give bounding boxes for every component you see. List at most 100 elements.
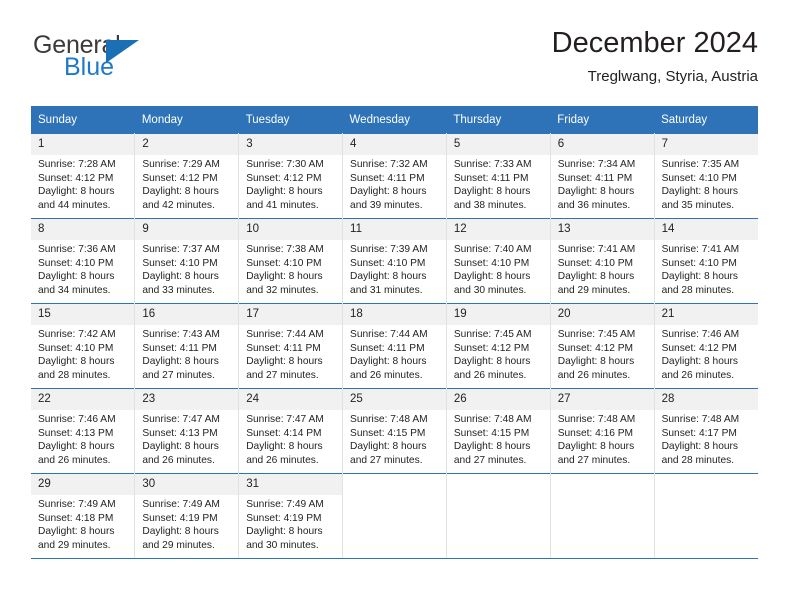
day-cell[interactable]: 16 Sunrise: 7:43 AM Sunset: 4:11 PM Dayl… (134, 303, 240, 389)
daylight-text-line2: and 27 minutes. (557, 454, 631, 466)
day-cell[interactable]: 23 Sunrise: 7:47 AM Sunset: 4:13 PM Dayl… (134, 388, 240, 474)
day-details: Sunrise: 7:42 AM Sunset: 4:10 PM Dayligh… (31, 325, 134, 382)
day-details: Sunrise: 7:45 AM Sunset: 4:12 PM Dayligh… (447, 325, 550, 382)
page-subtitle-location: Treglwang, Styria, Austria (587, 68, 758, 85)
sunrise-text: Sunrise: 7:46 AM (661, 329, 740, 340)
day-number: 16 (135, 304, 239, 325)
logo-triangle-icon (106, 40, 139, 63)
sunrise-text: Sunrise: 7:49 AM (38, 499, 116, 510)
day-number: 30 (135, 474, 239, 495)
sunset-text: Sunset: 4:14 PM (246, 427, 322, 439)
day-details: Sunrise: 7:49 AM Sunset: 4:19 PM Dayligh… (135, 495, 238, 552)
daylight-text-line1: Daylight: 8 hours (557, 441, 635, 453)
day-cell[interactable]: 28 Sunrise: 7:48 AM Sunset: 4:17 PM Dayl… (654, 388, 758, 474)
day-cell[interactable]: 26 Sunrise: 7:48 AM Sunset: 4:15 PM Dayl… (446, 388, 551, 474)
calendar-header-row: Sunday Monday Tuesday Wednesday Thursday… (31, 106, 758, 134)
sunset-text: Sunset: 4:12 PM (38, 172, 114, 184)
page-title: December 2024 (551, 27, 758, 59)
day-number: 14 (654, 219, 758, 240)
daylight-text-line2: and 28 minutes. (661, 454, 735, 466)
sunrise-text: Sunrise: 7:40 AM (453, 244, 532, 255)
daylight-text-line2: and 29 minutes. (142, 539, 215, 551)
day-cell[interactable]: 1 Sunrise: 7:28 AM Sunset: 4:12 PM Dayli… (31, 133, 136, 219)
sunrise-text: Sunrise: 7:48 AM (453, 414, 532, 425)
weekday-header-monday: Monday (134, 106, 239, 134)
day-cell[interactable]: 4 Sunrise: 7:32 AM Sunset: 4:11 PM Dayli… (342, 133, 447, 219)
day-cell[interactable]: 2 Sunrise: 7:29 AM Sunset: 4:12 PM Dayli… (134, 133, 240, 219)
sunrise-text: Sunrise: 7:39 AM (350, 244, 428, 255)
day-cell[interactable]: 3 Sunrise: 7:30 AM Sunset: 4:12 PM Dayli… (238, 133, 344, 219)
day-number: 24 (239, 389, 343, 410)
daylight-text-line1: Daylight: 8 hours (246, 441, 323, 453)
sunset-text: Sunset: 4:10 PM (38, 257, 114, 269)
day-cell[interactable]: 13 Sunrise: 7:41 AM Sunset: 4:10 PM Dayl… (550, 218, 655, 304)
daylight-text-line2: and 33 minutes. (142, 284, 215, 296)
weekday-header-saturday: Saturday (654, 106, 758, 134)
daylight-text-line2: and 27 minutes. (350, 454, 423, 466)
sunrise-text: Sunrise: 7:47 AM (142, 414, 220, 425)
day-cell[interactable]: 21 Sunrise: 7:46 AM Sunset: 4:12 PM Dayl… (654, 303, 758, 389)
sunset-text: Sunset: 4:13 PM (142, 427, 218, 439)
daylight-text-line1: Daylight: 8 hours (142, 356, 219, 368)
day-details: Sunrise: 7:46 AM Sunset: 4:12 PM Dayligh… (655, 325, 758, 382)
day-cell[interactable]: 8 Sunrise: 7:36 AM Sunset: 4:10 PM Dayli… (31, 218, 136, 304)
sunrise-text: Sunrise: 7:41 AM (661, 244, 740, 255)
day-details: Sunrise: 7:43 AM Sunset: 4:11 PM Dayligh… (135, 325, 238, 382)
daylight-text-line2: and 27 minutes. (142, 369, 215, 381)
sunset-text: Sunset: 4:15 PM (350, 427, 426, 439)
day-cell[interactable]: 12 Sunrise: 7:40 AM Sunset: 4:10 PM Dayl… (446, 218, 551, 304)
day-cell[interactable]: 19 Sunrise: 7:45 AM Sunset: 4:12 PM Dayl… (446, 303, 551, 389)
day-cell[interactable]: 27 Sunrise: 7:48 AM Sunset: 4:16 PM Dayl… (550, 388, 655, 474)
daylight-text-line1: Daylight: 8 hours (661, 441, 739, 453)
daylight-text-line1: Daylight: 8 hours (453, 356, 531, 368)
daylight-text-line1: Daylight: 8 hours (453, 441, 531, 453)
day-number: 18 (343, 304, 446, 325)
day-number: 8 (31, 219, 135, 240)
day-cell[interactable]: 20 Sunrise: 7:45 AM Sunset: 4:12 PM Dayl… (550, 303, 655, 389)
day-cell-empty (446, 473, 551, 559)
day-cell[interactable]: 6 Sunrise: 7:34 AM Sunset: 4:11 PM Dayli… (550, 133, 655, 219)
day-cell[interactable]: 31 Sunrise: 7:49 AM Sunset: 4:19 PM Dayl… (238, 473, 344, 559)
day-cell[interactable]: 22 Sunrise: 7:46 AM Sunset: 4:13 PM Dayl… (31, 388, 136, 474)
day-number: 11 (343, 219, 446, 240)
day-cell[interactable]: 15 Sunrise: 7:42 AM Sunset: 4:10 PM Dayl… (31, 303, 136, 389)
day-cell[interactable]: 14 Sunrise: 7:41 AM Sunset: 4:10 PM Dayl… (654, 218, 758, 304)
day-number: 28 (654, 389, 758, 410)
day-number: 19 (446, 304, 550, 325)
day-cell[interactable]: 29 Sunrise: 7:49 AM Sunset: 4:18 PM Dayl… (31, 473, 136, 559)
sunrise-text: Sunrise: 7:33 AM (453, 159, 532, 170)
day-details: Sunrise: 7:41 AM Sunset: 4:10 PM Dayligh… (655, 240, 758, 297)
day-cell[interactable]: 11 Sunrise: 7:39 AM Sunset: 4:10 PM Dayl… (342, 218, 447, 304)
general-blue-logo[interactable]: General Blue (33, 32, 193, 90)
day-number: 1 (31, 134, 135, 155)
daylight-text-line1: Daylight: 8 hours (142, 271, 219, 283)
day-cell[interactable]: 17 Sunrise: 7:44 AM Sunset: 4:11 PM Dayl… (238, 303, 344, 389)
day-number: 5 (446, 134, 550, 155)
day-cell[interactable]: 7 Sunrise: 7:35 AM Sunset: 4:10 PM Dayli… (654, 133, 758, 219)
calendar-week-row: 8 Sunrise: 7:36 AM Sunset: 4:10 PM Dayli… (31, 218, 758, 304)
daylight-text-line2: and 26 minutes. (350, 369, 423, 381)
sunrise-text: Sunrise: 7:28 AM (38, 159, 116, 170)
daylight-text-line2: and 39 minutes. (350, 199, 423, 211)
daylight-text-line1: Daylight: 8 hours (557, 356, 635, 368)
day-cell[interactable]: 18 Sunrise: 7:44 AM Sunset: 4:11 PM Dayl… (342, 303, 447, 389)
day-cell[interactable]: 24 Sunrise: 7:47 AM Sunset: 4:14 PM Dayl… (238, 388, 344, 474)
day-number: 9 (135, 219, 239, 240)
day-number: 25 (343, 389, 446, 410)
day-number: 7 (654, 134, 758, 155)
daylight-text-line2: and 31 minutes. (350, 284, 423, 296)
sunrise-text: Sunrise: 7:48 AM (557, 414, 636, 425)
day-cell[interactable]: 9 Sunrise: 7:37 AM Sunset: 4:10 PM Dayli… (134, 218, 240, 304)
day-details: Sunrise: 7:29 AM Sunset: 4:12 PM Dayligh… (135, 155, 238, 212)
day-details: Sunrise: 7:34 AM Sunset: 4:11 PM Dayligh… (551, 155, 654, 212)
sunset-text: Sunset: 4:12 PM (557, 342, 634, 354)
sunrise-text: Sunrise: 7:37 AM (142, 244, 220, 255)
day-cell[interactable]: 5 Sunrise: 7:33 AM Sunset: 4:11 PM Dayli… (446, 133, 551, 219)
day-cell[interactable]: 10 Sunrise: 7:38 AM Sunset: 4:10 PM Dayl… (238, 218, 344, 304)
daylight-text-line2: and 30 minutes. (246, 539, 319, 551)
day-details: Sunrise: 7:40 AM Sunset: 4:10 PM Dayligh… (447, 240, 550, 297)
day-number: 10 (239, 219, 343, 240)
daylight-text-line1: Daylight: 8 hours (557, 186, 635, 198)
day-cell[interactable]: 25 Sunrise: 7:48 AM Sunset: 4:15 PM Dayl… (342, 388, 447, 474)
day-cell[interactable]: 30 Sunrise: 7:49 AM Sunset: 4:19 PM Dayl… (134, 473, 240, 559)
